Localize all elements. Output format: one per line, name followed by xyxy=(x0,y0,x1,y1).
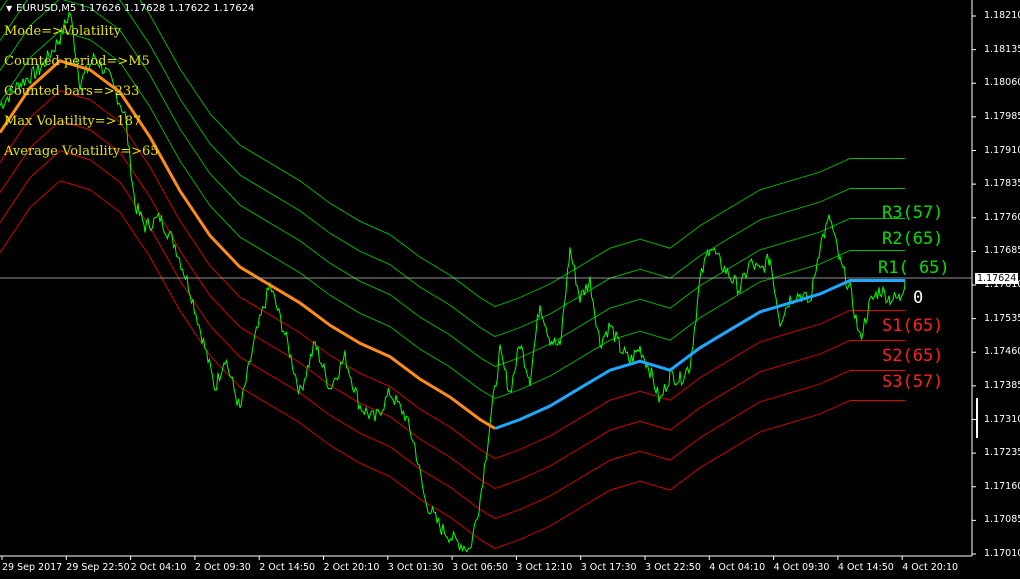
dropdown-triangle-icon[interactable]: ▼ xyxy=(6,4,12,13)
y-tick-label: 1.17385 xyxy=(984,379,1020,391)
x-tick-label: 3 Oct 12:10 xyxy=(516,562,573,573)
symbol-header: ▼ EURUSD,M5 1.17626 1.17628 1.17622 1.176… xyxy=(6,3,254,14)
y-tick-label: 1.17910 xyxy=(984,144,1020,156)
x-tick-label: 3 Oct 01:30 xyxy=(387,562,444,573)
y-tick-label: 1.17460 xyxy=(984,346,1020,358)
x-tick-label: 2 Oct 09:30 xyxy=(194,562,251,573)
y-tick-label: 1.17010 xyxy=(984,548,1020,559)
y-tick-label: 1.17685 xyxy=(984,245,1020,257)
volatility-bands xyxy=(0,0,905,549)
y-tick-label: 1.18135 xyxy=(984,43,1020,55)
y-tick-label: 1.17235 xyxy=(984,447,1020,459)
x-tick-label: 4 Oct 20:10 xyxy=(902,562,959,573)
level-s2: S2(65) xyxy=(882,346,944,366)
y-tick-label: 1.17535 xyxy=(984,312,1020,324)
x-tick-label: 2 Oct 14:50 xyxy=(259,562,316,573)
info-avgvol: Average Volatility=>65 xyxy=(4,144,159,159)
level-s3: S3(57) xyxy=(882,372,944,392)
lower-band-2 xyxy=(0,120,905,489)
x-tick-label: 4 Oct 04:10 xyxy=(709,562,766,573)
x-tick-label: 3 Oct 17:30 xyxy=(580,562,637,573)
lower-band-3 xyxy=(0,150,905,519)
symbol-label: EURUSD,M5 xyxy=(16,3,77,14)
x-tick-label: 3 Oct 22:50 xyxy=(645,562,701,573)
level-r1: R1( 65) xyxy=(878,258,950,278)
x-tick-label: 4 Oct 14:50 xyxy=(837,562,894,573)
x-tick-label: 2 Oct 20:10 xyxy=(323,562,380,573)
info-period: Counted period=>M5 xyxy=(4,54,150,69)
level-s1: S1(65) xyxy=(882,316,944,336)
y-tick-label: 1.18210 xyxy=(984,10,1020,21)
y-tick-label: 1.17985 xyxy=(984,110,1020,122)
x-tick-label: 4 Oct 09:30 xyxy=(773,562,830,573)
info-bars: Counted bars=>233 xyxy=(4,84,140,99)
x-tick-label: 2 Oct 04:10 xyxy=(130,562,187,573)
lower-band-4 xyxy=(0,180,905,549)
info-mode: Mode=>Volatility xyxy=(4,24,122,39)
x-tick-label: 3 Oct 06:50 xyxy=(452,562,508,573)
y-tick-label: 1.17160 xyxy=(984,480,1020,492)
price-chart xyxy=(0,0,978,560)
level-r2: R2(65) xyxy=(882,229,944,249)
y-tick-label: 1.18060 xyxy=(984,77,1020,89)
y-tick-label: 1.17310 xyxy=(984,413,1020,425)
upper-band-3 xyxy=(0,0,905,337)
y-tick-label: 1.17085 xyxy=(984,514,1020,526)
ohlc-values: 1.17626 1.17628 1.17622 1.17624 xyxy=(79,3,255,14)
ma-rising-segment xyxy=(494,279,905,430)
current-price-tag: 1.17624 xyxy=(975,273,1019,284)
y-tick-label: 1.17760 xyxy=(984,211,1020,223)
level-r3: R3(57) xyxy=(882,203,944,223)
y-tick-label: 1.17835 xyxy=(984,178,1020,190)
chart-axes xyxy=(0,0,978,560)
x-tick-label: 29 Sep 22:50 xyxy=(66,562,130,573)
x-tick-label: 29 Sep 2017 xyxy=(2,562,63,573)
info-maxvol: Max Volatility=>187 xyxy=(4,114,142,129)
level-zero: 0 xyxy=(913,288,924,308)
